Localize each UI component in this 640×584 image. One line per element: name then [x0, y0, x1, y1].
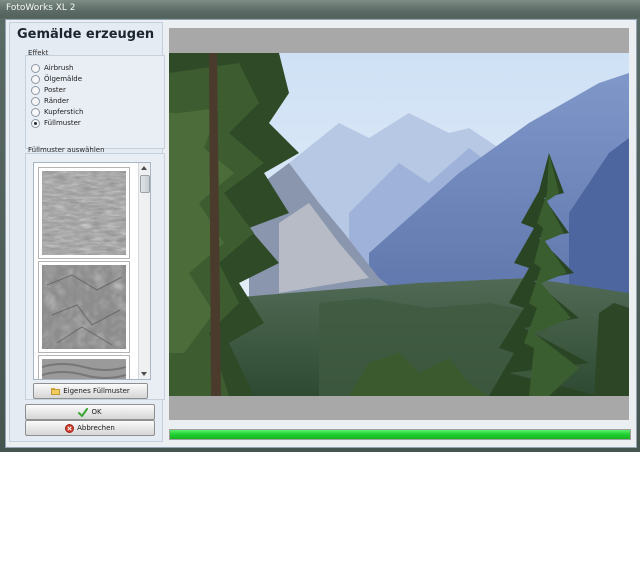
- radio-label: Ölgemälde: [44, 75, 83, 83]
- landscape-photo: [169, 53, 629, 396]
- radio-kupferstich[interactable]: Kupferstich: [31, 107, 83, 117]
- preview-area: [169, 28, 629, 420]
- window-title: FotoWorks XL 2: [6, 3, 76, 13]
- scroll-down-arrow-icon[interactable]: [141, 372, 147, 376]
- fill-pattern-list[interactable]: [33, 162, 151, 380]
- radio-button[interactable]: [31, 96, 40, 106]
- preview-image: [169, 53, 629, 396]
- pattern-thumbnail[interactable]: [38, 261, 130, 353]
- pattern-texture-leather: [42, 265, 126, 349]
- fill-pattern-group: Eigenes Füllmuster: [25, 153, 165, 400]
- app-window: FotoWorks XL 2 Gemälde erzeugen Effekt A…: [0, 0, 640, 452]
- panel-title: Gemälde erzeugen: [17, 27, 155, 42]
- radio-fuellmuster[interactable]: Füllmuster: [31, 118, 81, 128]
- pattern-list-scrollbar[interactable]: [138, 163, 150, 379]
- pattern-texture-waves: [42, 359, 126, 379]
- radio-button[interactable]: [31, 85, 40, 95]
- scroll-up-arrow-icon[interactable]: [141, 166, 147, 170]
- pattern-thumbnail[interactable]: [38, 167, 130, 259]
- radio-raender[interactable]: Ränder: [31, 96, 69, 106]
- radio-label: Füllmuster: [44, 119, 81, 127]
- radio-airbrush[interactable]: Airbrush: [31, 63, 73, 73]
- radio-label: Ränder: [44, 97, 70, 105]
- radio-poster[interactable]: Poster: [31, 85, 66, 95]
- scroll-thumb[interactable]: [140, 175, 150, 193]
- radio-oelgemaelde[interactable]: Ölgemälde: [31, 74, 82, 84]
- pattern-texture-sand: [42, 171, 126, 255]
- effekt-group: Airbrush Ölgemälde Poster Ränder Kupfers…: [25, 55, 165, 149]
- settings-panel: Gemälde erzeugen Effekt Airbrush Ölgemäl…: [9, 22, 165, 442]
- radio-label: Poster: [44, 86, 66, 94]
- checkmark-icon: [78, 407, 89, 417]
- own-pattern-button[interactable]: Eigenes Füllmuster: [33, 383, 148, 399]
- ok-button-label: OK: [91, 408, 102, 416]
- progress-bar-fill: [170, 430, 630, 439]
- cancel-button[interactable]: Abbrechen: [25, 420, 155, 436]
- radio-button[interactable]: [31, 74, 40, 84]
- cancel-icon: [65, 423, 75, 433]
- radio-button[interactable]: [31, 107, 40, 117]
- title-bar[interactable]: FotoWorks XL 2: [0, 0, 640, 18]
- progress-bar: [169, 429, 631, 440]
- radio-label: Kupferstich: [44, 108, 84, 116]
- dialog-client-area: Gemälde erzeugen Effekt Airbrush Ölgemäl…: [5, 19, 637, 448]
- folder-icon: [51, 387, 61, 395]
- pattern-thumbnail[interactable]: [38, 355, 130, 379]
- ok-button[interactable]: OK: [25, 404, 155, 420]
- radio-button[interactable]: [31, 63, 40, 73]
- cancel-button-label: Abbrechen: [77, 424, 115, 432]
- own-pattern-button-label: Eigenes Füllmuster: [63, 387, 130, 395]
- radio-button-selected[interactable]: [31, 118, 40, 128]
- radio-label: Airbrush: [44, 64, 74, 72]
